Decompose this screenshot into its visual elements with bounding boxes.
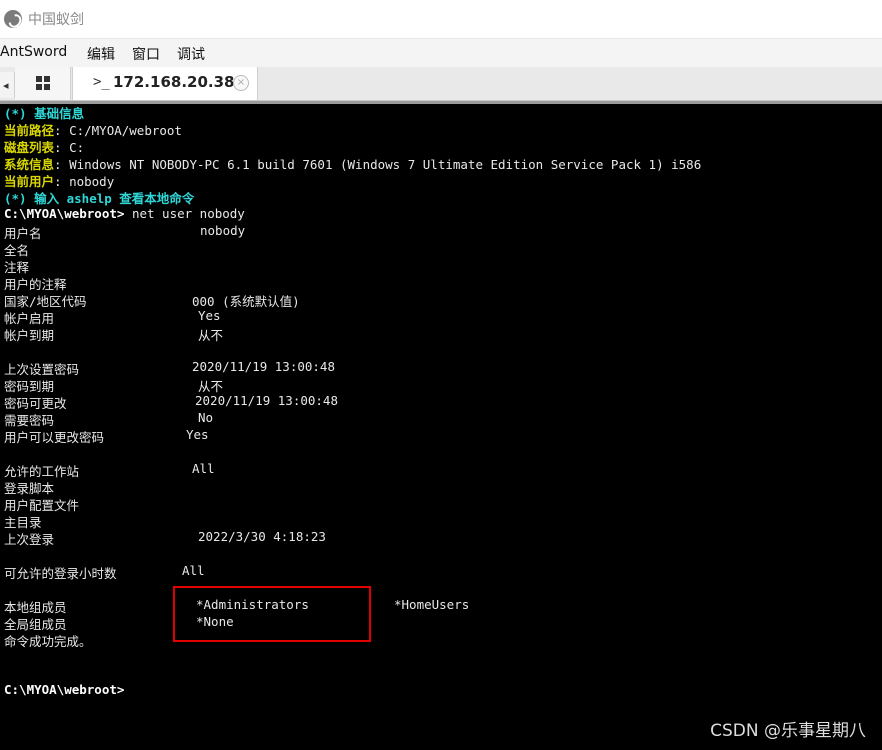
output-value: 2020/11/19 13:00:48 xyxy=(192,359,335,374)
command-line: C:\MYOA\webroot> net user nobody xyxy=(4,206,245,221)
output-label: 命令成功完成。 xyxy=(4,634,92,649)
menu-window[interactable]: 窗口 xyxy=(132,44,160,64)
close-tab-icon[interactable]: × xyxy=(233,75,249,91)
menu-edit[interactable]: 编辑 xyxy=(87,44,115,64)
output-label: 帐户到期 xyxy=(4,328,55,343)
tab-home[interactable] xyxy=(15,67,71,100)
help-hint: (*) 输入 ashelp 查看本地命令 xyxy=(4,191,195,206)
terminal-icon: >_ xyxy=(93,74,110,90)
antsword-logo-icon xyxy=(4,10,22,28)
menu-antsword[interactable]: AntSword xyxy=(0,44,67,60)
highlight-box xyxy=(173,586,371,642)
output-label: 上次登录 xyxy=(4,532,55,547)
final-prompt: C:\MYOA\webroot> xyxy=(4,682,125,697)
grid-icon xyxy=(36,76,50,90)
window-title: 中国蚁剑 xyxy=(28,12,84,28)
output-value: 2022/3/30 4:18:23 xyxy=(198,529,326,544)
tab-bar: ◂ >_ 172.168.20.38 × xyxy=(0,67,882,101)
tab-terminal-session[interactable]: >_ 172.168.20.38 × xyxy=(72,67,258,100)
output-value: *HomeUsers xyxy=(394,597,470,612)
output-value: All xyxy=(182,563,205,578)
chevron-left-icon: ◂ xyxy=(3,79,9,92)
output-label: 可允许的登录小时数 xyxy=(4,566,117,581)
scroll-tabs-left-button[interactable]: ◂ xyxy=(0,72,15,98)
output-value: Yes xyxy=(186,427,209,442)
output-value: All xyxy=(192,461,215,476)
output-value: nobody xyxy=(200,223,246,238)
output-label: 用户可以更改密码 xyxy=(4,430,105,445)
watermark: CSDN @乐事星期八 xyxy=(710,721,866,741)
tab-title: 172.168.20.38 xyxy=(113,73,235,91)
window-titlebar: 中国蚁剑 xyxy=(0,0,882,38)
menu-bar: AntSword 编辑 窗口 调试 xyxy=(0,38,882,68)
menu-debug[interactable]: 调试 xyxy=(177,44,205,64)
output-value: 从不 xyxy=(198,328,224,343)
output-value: Yes xyxy=(198,308,221,323)
output-value: No xyxy=(198,410,214,425)
output-value: 2020/11/19 13:00:48 xyxy=(195,393,338,408)
